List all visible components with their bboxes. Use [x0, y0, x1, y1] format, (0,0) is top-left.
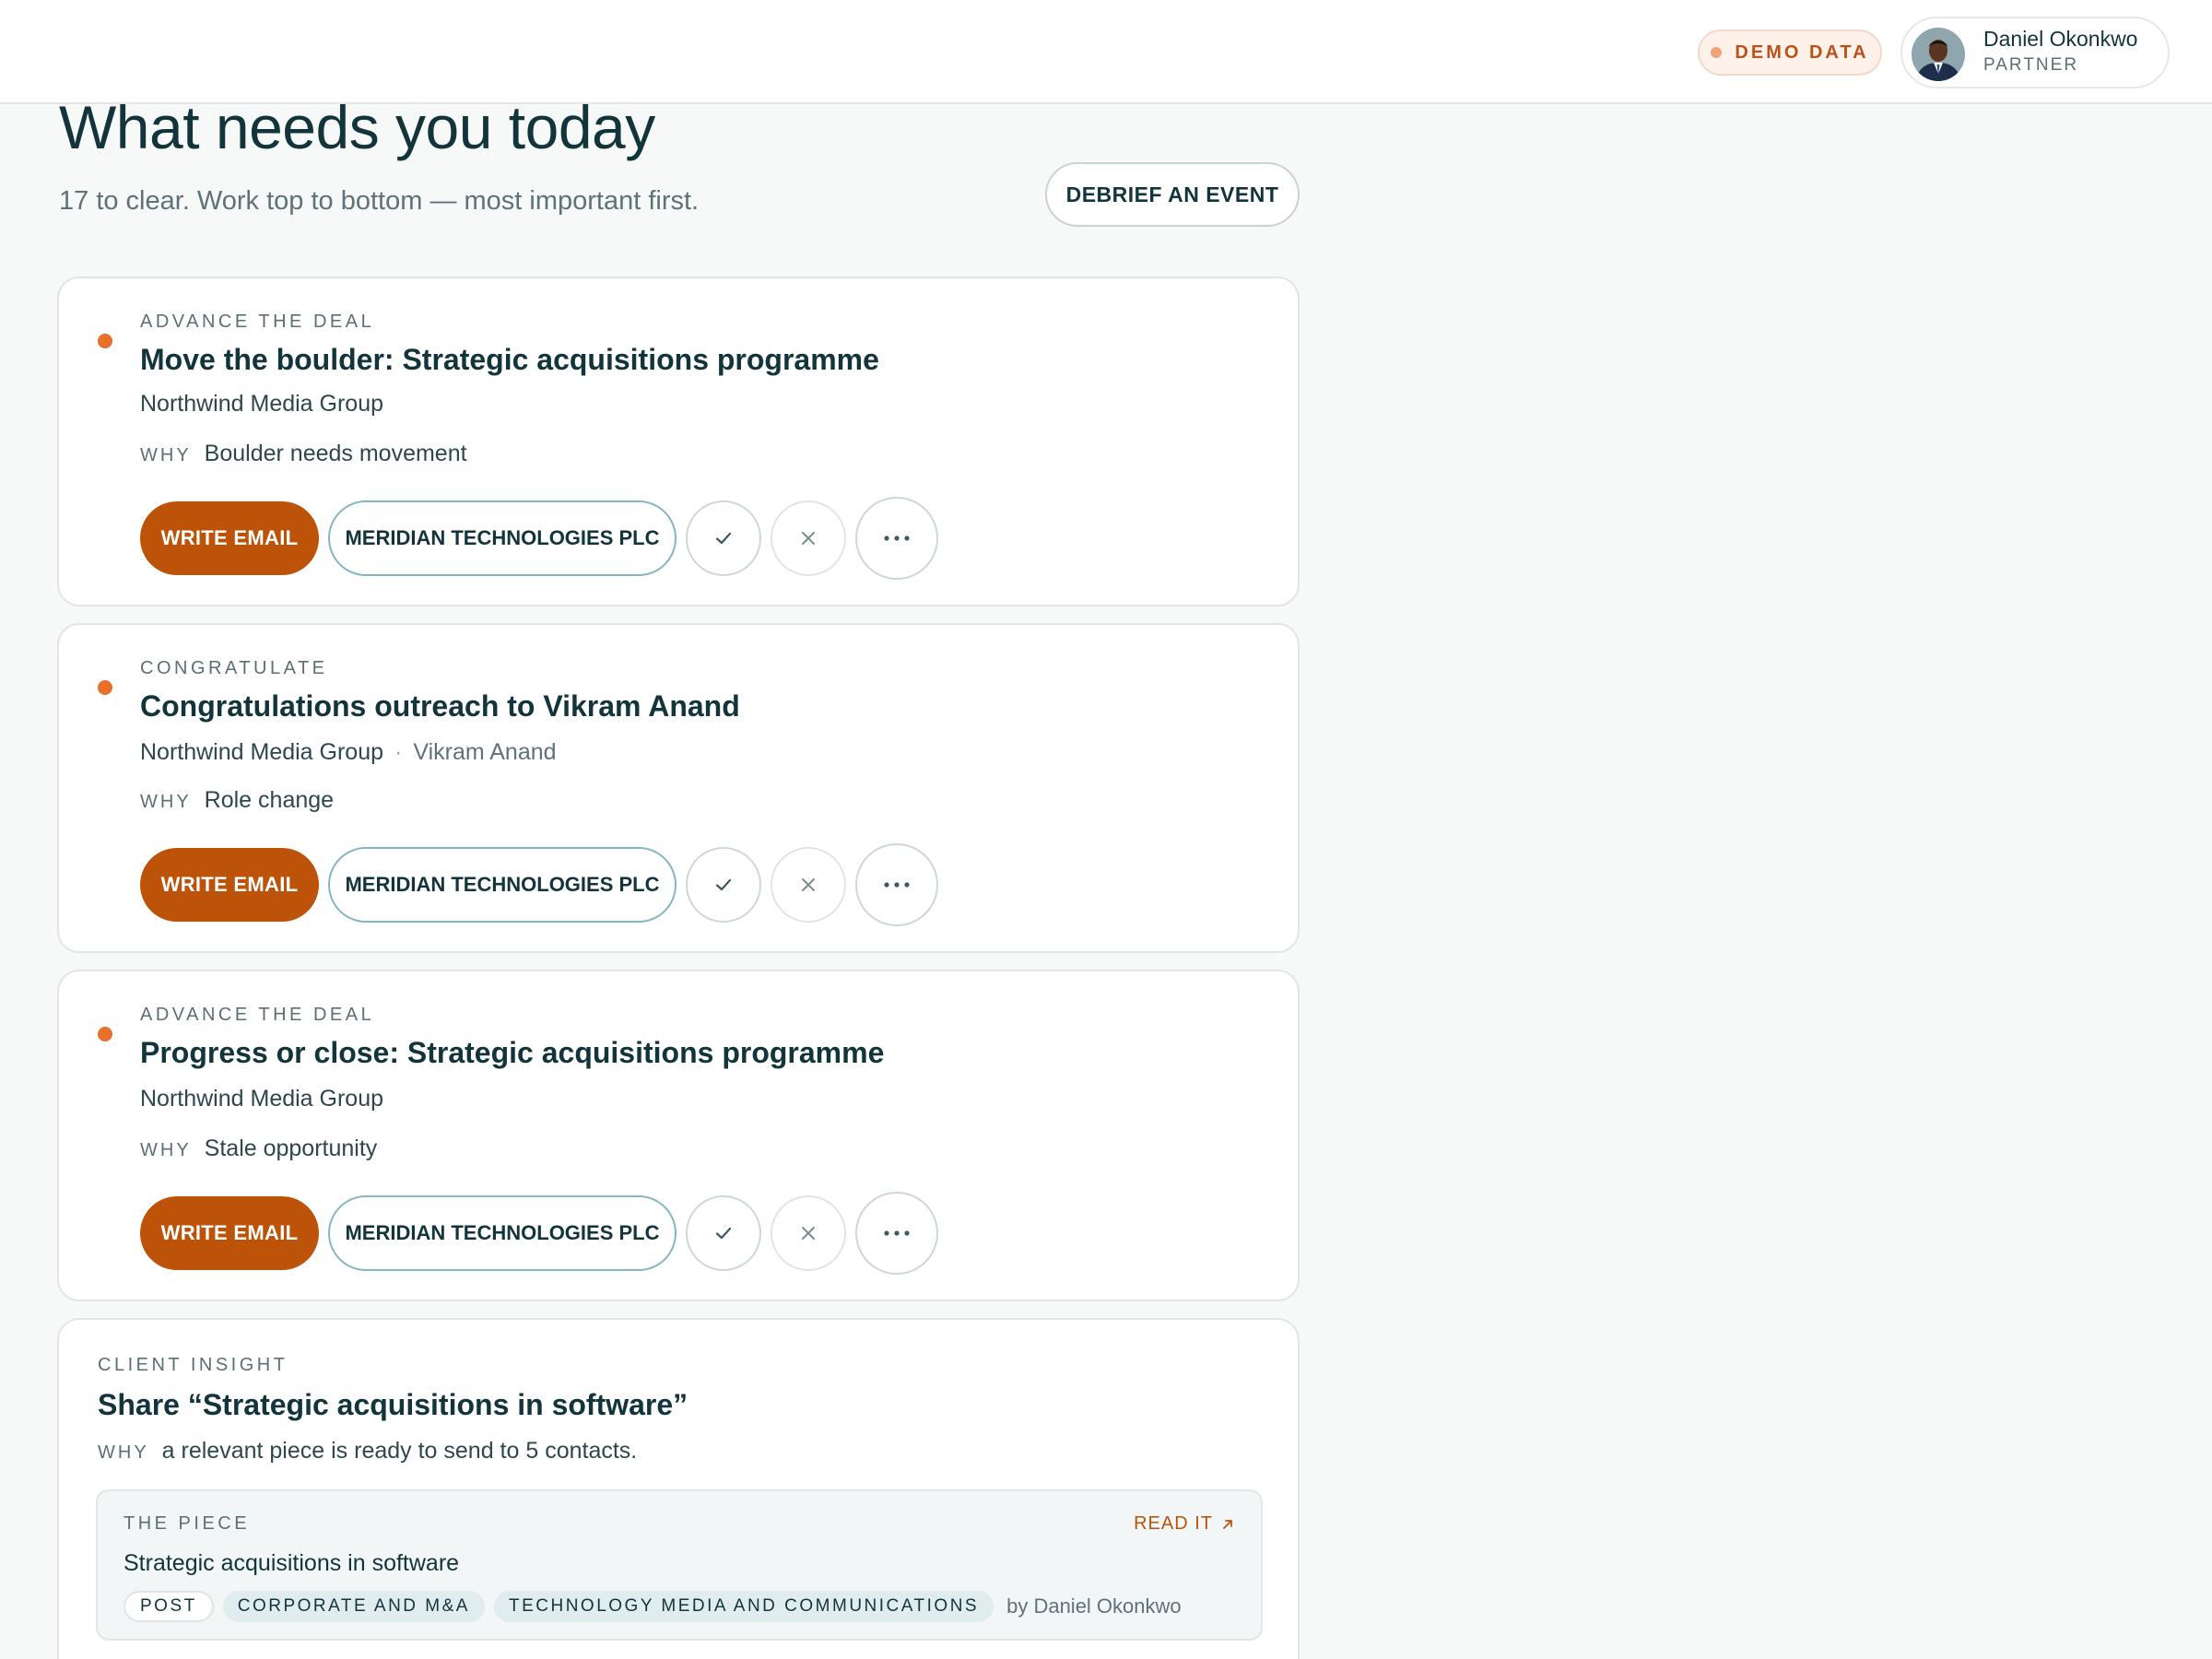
company-button[interactable]: MERIDIAN TECHNOLOGIES PLC	[328, 1195, 677, 1271]
task-card: ADVANCE THE DEAL Progress or close: Stra…	[57, 970, 1300, 1301]
piece-panel: THE PIECE READ IT Strategic acquisitions…	[96, 1489, 1263, 1641]
task-actions: WRITE EMAIL MERIDIAN TECHNOLOGIES PLC	[140, 496, 938, 581]
page-subtitle: 17 to clear. Work top to bottom — most i…	[59, 186, 700, 216]
dismiss-button[interactable]	[771, 500, 846, 576]
task-actions: WRITE EMAIL MERIDIAN TECHNOLOGIES PLC	[140, 842, 938, 927]
task-actions: WRITE EMAIL MERIDIAN TECHNOLOGIES PLC	[140, 1191, 938, 1276]
task-kicker: ADVANCE THE DEAL	[140, 312, 375, 332]
task-title: Congratulations outreach to Vikram Anand	[140, 689, 740, 723]
task-company: Northwind Media Group	[140, 391, 383, 418]
page-title: What needs you today	[59, 93, 655, 161]
why-text: Stale opportunity	[204, 1135, 378, 1161]
dismiss-button[interactable]	[771, 847, 846, 923]
user-name: Daniel Okonkwo	[1983, 27, 2138, 51]
contact-name[interactable]: Vikram Anand	[413, 739, 556, 765]
avatar	[1912, 28, 1965, 81]
dismiss-button[interactable]	[771, 1195, 846, 1271]
company-name: Northwind Media Group	[140, 391, 384, 417]
task-why: WHY Stale opportunity	[140, 1135, 377, 1162]
tag-sector: TECHNOLOGY MEDIA AND COMMUNICATIONS	[493, 1591, 994, 1622]
user-role: PARTNER	[1983, 55, 2079, 75]
more-options-button[interactable]	[855, 843, 938, 926]
priority-dot-icon	[98, 1027, 112, 1041]
write-email-button[interactable]: WRITE EMAIL	[140, 1196, 319, 1270]
more-icon	[884, 1230, 910, 1236]
insight-card: CLIENT INSIGHT Share “Strategic acquisit…	[57, 1318, 1300, 1659]
task-why: WHY Role change	[140, 787, 334, 814]
arrow-up-right-icon	[1223, 1519, 1232, 1529]
tag-practice: CORPORATE AND M&A	[222, 1591, 485, 1622]
tag-post: POST	[124, 1591, 214, 1622]
company-name: Northwind Media Group	[140, 1086, 384, 1112]
priority-dot-icon	[98, 680, 112, 695]
insight-why: WHY a relevant piece is ready to send to …	[98, 1438, 637, 1465]
demo-data-badge: DEMO DATA	[1698, 29, 1882, 76]
read-it-link[interactable]: READ IT	[1134, 1513, 1235, 1535]
close-icon	[802, 532, 815, 545]
more-options-button[interactable]	[855, 497, 938, 580]
more-options-button[interactable]	[855, 1192, 938, 1275]
piece-byline: by Daniel Okonkwo	[1006, 1594, 1182, 1618]
why-label: WHY	[98, 1442, 149, 1463]
close-icon	[802, 1227, 815, 1240]
avatar-image	[1912, 28, 1965, 81]
close-icon	[802, 878, 815, 891]
piece-title: Strategic acquisitions in software	[124, 1550, 460, 1576]
company-name: Northwind Media Group	[140, 739, 384, 765]
task-company: Northwind Media Group · Vikram Anand	[140, 739, 557, 766]
priority-dot-icon	[98, 334, 112, 348]
why-label: WHY	[140, 792, 192, 812]
separator: ·	[394, 739, 403, 765]
why-label: WHY	[140, 1140, 192, 1160]
task-card: CONGRATULATE Congratulations outreach to…	[57, 623, 1300, 953]
task-kicker: ADVANCE THE DEAL	[140, 1005, 375, 1025]
check-icon	[715, 1227, 732, 1240]
debrief-event-button[interactable]: DEBRIEF AN EVENT	[1045, 162, 1300, 227]
write-email-button[interactable]: WRITE EMAIL	[140, 848, 319, 922]
why-text: a relevant piece is ready to send to 5 c…	[161, 1438, 638, 1464]
task-title: Progress or close: Strategic acquisition…	[140, 1036, 885, 1069]
why-text: Boulder needs movement	[204, 441, 467, 466]
more-icon	[884, 535, 910, 541]
top-bar: DEMO DATA Daniel Okonkwo PARTNER	[0, 0, 2212, 104]
status-dot-icon	[1711, 47, 1723, 58]
mark-done-button[interactable]	[686, 1195, 761, 1271]
mark-done-button[interactable]	[686, 847, 761, 923]
more-icon	[884, 882, 910, 888]
company-button[interactable]: MERIDIAN TECHNOLOGIES PLC	[328, 500, 677, 576]
read-it-label: READ IT	[1134, 1513, 1213, 1534]
why-label: WHY	[140, 445, 192, 465]
task-company: Northwind Media Group	[140, 1086, 383, 1112]
task-title: Move the boulder: Strategic acquisitions…	[140, 343, 879, 376]
demo-data-label: DEMO DATA	[1735, 41, 1869, 63]
mark-done-button[interactable]	[686, 500, 761, 576]
company-button[interactable]: MERIDIAN TECHNOLOGIES PLC	[328, 847, 677, 923]
task-card: ADVANCE THE DEAL Move the boulder: Strat…	[57, 276, 1300, 606]
check-icon	[715, 532, 732, 545]
user-menu[interactable]: Daniel Okonkwo PARTNER	[1900, 17, 2170, 88]
write-email-button[interactable]: WRITE EMAIL	[140, 501, 319, 575]
insight-kicker: CLIENT INSIGHT	[98, 1355, 288, 1375]
why-text: Role change	[204, 787, 335, 813]
insight-title: Share “Strategic acquisitions in softwar…	[98, 1388, 688, 1421]
piece-tags: POST CORPORATE AND M&A TECHNOLOGY MEDIA …	[124, 1591, 1182, 1622]
task-kicker: CONGRATULATE	[140, 658, 328, 678]
piece-kicker: THE PIECE	[124, 1513, 251, 1534]
check-icon	[715, 878, 732, 891]
task-why: WHY Boulder needs movement	[140, 441, 467, 467]
